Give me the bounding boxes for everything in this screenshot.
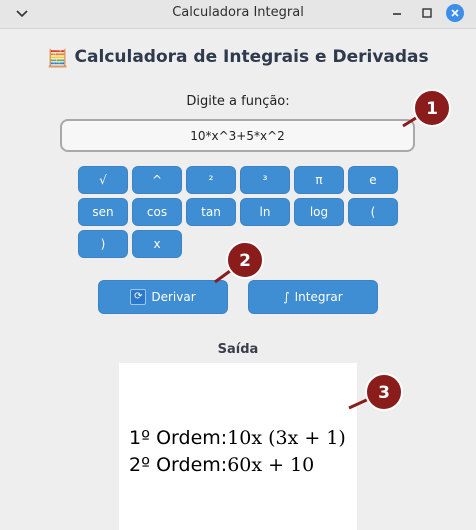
output-line-prefix: 1º Ordem: [129, 427, 228, 449]
key-sen[interactable]: sen [78, 198, 128, 226]
key-close-paren[interactable]: ) [78, 230, 128, 258]
function-input[interactable] [60, 119, 415, 152]
integrar-label: Integrar [294, 290, 343, 304]
key-cos[interactable]: cos [132, 198, 182, 226]
window-titlebar: Calculadora Integral [0, 0, 476, 29]
output-line-math: 60x + 10 [227, 454, 315, 476]
key-pi[interactable]: π [294, 166, 344, 194]
annotation-marker-2-label: 2 [239, 251, 251, 271]
annotation-marker-2: 2 [214, 241, 264, 284]
integral-icon: ∫ [283, 290, 290, 304]
repeat-icon: ⟳ [130, 289, 147, 305]
output-line-prefix: 2º Ordem: [129, 454, 228, 476]
key-x[interactable]: x [132, 230, 182, 258]
annotation-marker-1-label: 1 [426, 99, 438, 119]
maximize-icon[interactable] [417, 4, 437, 22]
key-ln[interactable]: ln [240, 198, 290, 226]
annotation-marker-1: 1 [402, 89, 451, 128]
page-title-text: Calculadora de Integrais e Derivadas [74, 47, 429, 67]
key-e[interactable]: e [348, 166, 398, 194]
output-line-second-order: 2º Ordem:60x + 10 [129, 454, 314, 476]
abacus-icon: 🧮 [47, 49, 69, 69]
close-icon [451, 9, 459, 17]
key-square[interactable]: ² [186, 166, 236, 194]
key-power[interactable]: ^ [132, 166, 182, 194]
close-button[interactable] [446, 4, 464, 22]
annotation-marker-3-label: 3 [378, 383, 390, 403]
output-line-math: 10x (3x + 1) [227, 427, 346, 449]
minimize-icon[interactable] [387, 4, 407, 22]
output-label: Saída [217, 342, 259, 357]
key-tan[interactable]: tan [186, 198, 236, 226]
output-line-first-order: 1º Ordem:10x (3x + 1) [129, 427, 346, 449]
output-panel: 1º Ordem:10x (3x + 1) 2º Ordem:60x + 10 [119, 363, 357, 530]
key-cube[interactable]: ³ [240, 166, 290, 194]
key-sqrt[interactable]: √ [78, 166, 128, 194]
annotation-marker-3: 3 [348, 373, 403, 411]
page-title: 🧮 Calculadora de Integrais e Derivadas [0, 47, 476, 69]
key-open-paren[interactable]: ( [348, 198, 398, 226]
key-log[interactable]: log [294, 198, 344, 226]
derivar-label: Derivar [151, 290, 196, 304]
